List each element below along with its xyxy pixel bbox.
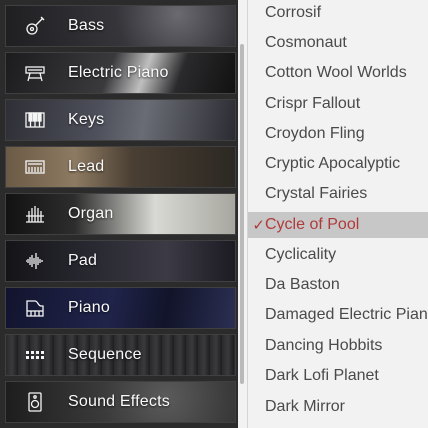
category-label: Sequence xyxy=(68,346,142,363)
keys-icon xyxy=(14,100,56,140)
preset-item[interactable]: Dancing Hobbits xyxy=(248,333,428,359)
category-label: Sound Effects xyxy=(68,393,170,410)
preset-item[interactable]: Dark Mirror xyxy=(248,394,428,420)
category-electric-piano[interactable]: Electric Piano xyxy=(5,52,236,94)
preset-name: Cyclicality xyxy=(265,246,337,263)
category-piano[interactable]: Piano xyxy=(5,287,236,329)
preset-item[interactable]: Crispr Fallout xyxy=(248,91,428,117)
preset-name: Cycle of Pool xyxy=(265,216,360,233)
category-label: Bass xyxy=(68,17,105,34)
category-label: Organ xyxy=(68,205,114,222)
preset-name: Cosmonaut xyxy=(265,34,347,51)
category-label: Lead xyxy=(68,158,105,175)
sequence-grid-icon xyxy=(14,335,56,375)
preset-item[interactable]: Cosmonaut xyxy=(248,30,428,56)
preset-item-selected[interactable]: ✓ Cycle of Pool xyxy=(248,212,428,238)
preset-name: Cotton Wool Worlds xyxy=(265,64,407,81)
preset-list: Corrosif Cosmonaut Cotton Wool Worlds Cr… xyxy=(248,0,428,428)
category-bass[interactable]: Bass xyxy=(5,5,236,47)
preset-name: Croydon Fling xyxy=(265,125,365,142)
preset-name: Dark Mirror xyxy=(265,398,345,415)
preset-name: Corrosif xyxy=(265,4,322,21)
grand-piano-icon xyxy=(14,288,56,328)
preset-item[interactable]: Cyclicality xyxy=(248,242,428,268)
preset-name: Crispr Fallout xyxy=(265,95,361,112)
category-pad[interactable]: Pad xyxy=(5,240,236,282)
guitar-icon xyxy=(14,6,56,46)
waveform-icon xyxy=(14,241,56,281)
category-organ[interactable]: Organ xyxy=(5,193,236,235)
preset-item[interactable]: Crystal Fairies xyxy=(248,181,428,207)
category-sequence[interactable]: Sequence xyxy=(5,334,236,376)
electric-piano-icon xyxy=(14,53,56,93)
preset-item[interactable]: Corrosif xyxy=(248,0,428,26)
category-label: Pad xyxy=(68,252,98,269)
preset-item[interactable]: Da Baston xyxy=(248,272,428,298)
preset-item[interactable]: Damaged Electric Pian xyxy=(248,302,428,328)
checkmark-icon: ✓ xyxy=(252,217,265,234)
preset-item[interactable]: Croydon Fling xyxy=(248,121,428,147)
category-label: Electric Piano xyxy=(68,64,169,81)
category-panel: Bass Electric Piano Keys Lead Organ Pad … xyxy=(0,0,238,428)
preset-name: Da Baston xyxy=(265,276,340,293)
category-lead[interactable]: Lead xyxy=(5,146,236,188)
category-label: Keys xyxy=(68,111,105,128)
preset-name: Damaged Electric Pian xyxy=(265,306,428,323)
preset-name: Crystal Fairies xyxy=(265,185,368,202)
preset-item[interactable]: Cryptic Apocalyptic xyxy=(248,151,428,177)
preset-name: Cryptic Apocalyptic xyxy=(265,155,401,172)
organ-icon xyxy=(14,194,56,234)
preset-name: Dark Lofi Planet xyxy=(265,367,379,384)
category-scrollbar[interactable] xyxy=(240,44,244,384)
lead-synth-icon xyxy=(14,147,56,187)
preset-item[interactable]: Dark Lofi Planet xyxy=(248,363,428,389)
category-keys[interactable]: Keys xyxy=(5,99,236,141)
speaker-icon xyxy=(14,382,56,422)
preset-name: Dancing Hobbits xyxy=(265,337,383,354)
category-sound-effects[interactable]: Sound Effects xyxy=(5,381,236,423)
preset-item[interactable]: Cotton Wool Worlds xyxy=(248,60,428,86)
category-label: Piano xyxy=(68,299,110,316)
